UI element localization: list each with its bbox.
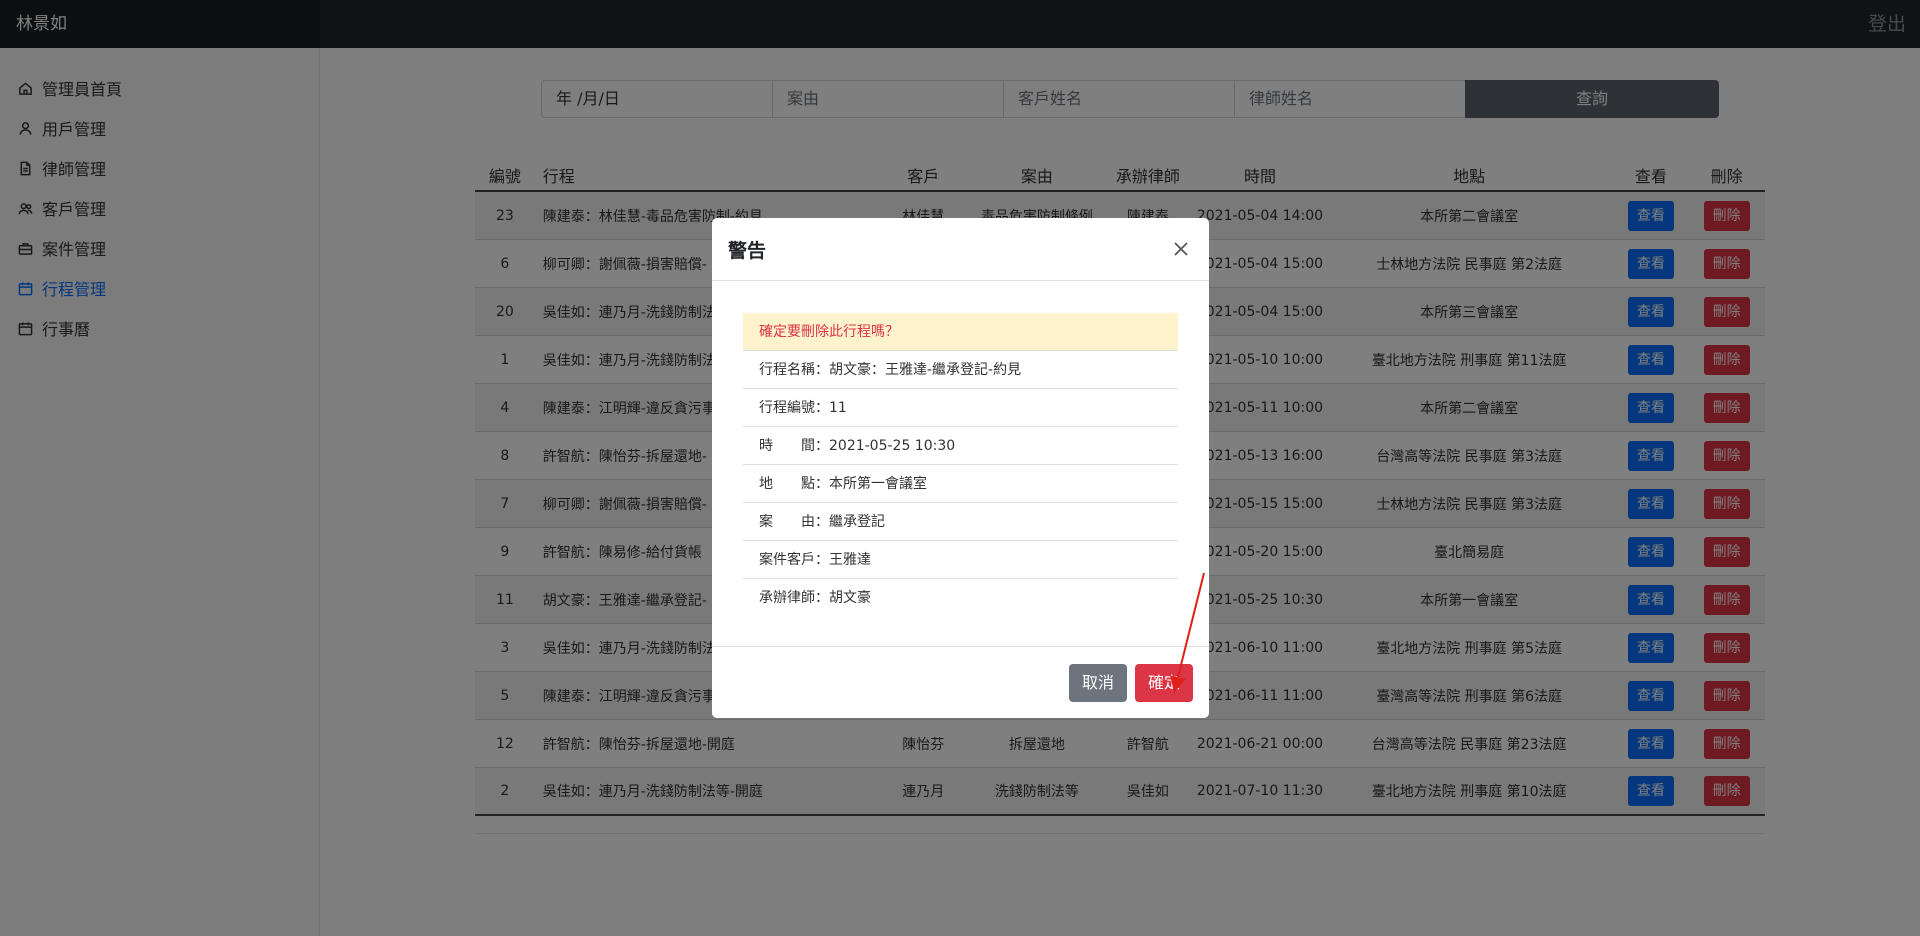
detail-case: 案 由：繼承登記 [743,503,1178,541]
detail-list: 確定要刪除此行程嗎？ 行程名稱：胡文豪：王雅達-繼承登記-約見 行程編號：11 … [743,313,1178,617]
delete-confirm-modal: 警告 確定要刪除此行程嗎？ 行程名稱：胡文豪：王雅達-繼承登記-約見 行程編號：… [712,218,1209,718]
detail-schedule-id: 行程編號：11 [743,389,1178,427]
modal-footer: 取消 確定 [712,647,1209,717]
modal-title: 警告 [728,239,767,262]
close-icon[interactable] [1169,237,1193,261]
confirm-button[interactable]: 確定 [1135,664,1193,702]
detail-lawyer: 承辦律師：胡文豪 [759,590,871,606]
detail-schedule-name: 行程名稱：胡文豪：王雅達-繼承登記-約見 [743,351,1178,389]
modal-body: 確定要刪除此行程嗎？ 行程名稱：胡文豪：王雅達-繼承登記-約見 行程編號：11 … [712,281,1209,647]
detail-time: 時 間：2021-05-25 10:30 [743,427,1178,465]
confirm-message: 確定要刪除此行程嗎？ [743,313,1178,351]
cancel-button[interactable]: 取消 [1069,664,1127,702]
detail-place: 地 點：本所第一會議室 [743,465,1178,503]
modal-header: 警告 [712,218,1209,281]
detail-client: 案件客戶：王雅達 [743,541,1178,579]
